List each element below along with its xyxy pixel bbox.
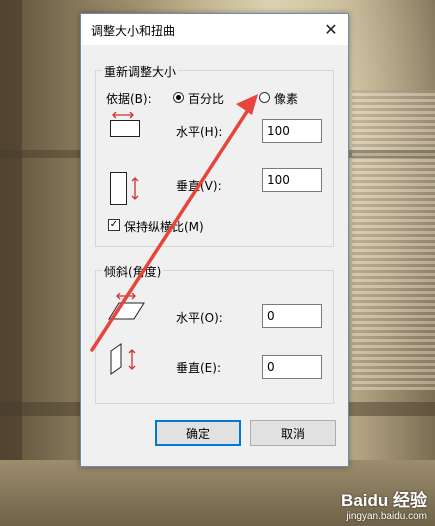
watermark-logo: Baidu 经验: [341, 491, 427, 510]
watermark-url: jingyan.baidu.com: [346, 511, 427, 522]
baidu-watermark: Baidu 经验 jingyan.baidu.com: [341, 486, 427, 522]
annotation-arrow: [90, 94, 258, 352]
